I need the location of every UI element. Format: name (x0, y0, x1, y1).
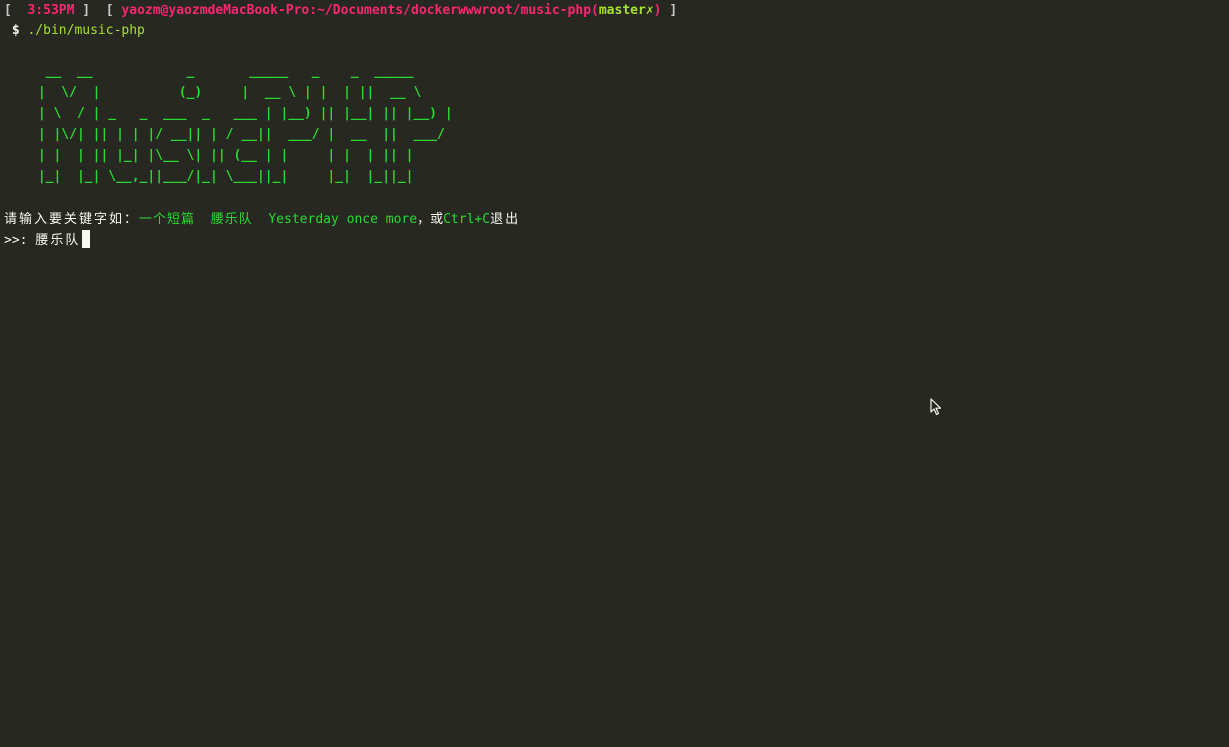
status-open-bracket: [ (4, 3, 12, 18)
input-value[interactable]: 腰乐队 (35, 233, 80, 248)
input-prefix: >>: (4, 233, 28, 248)
prompt-exit: 退出 (490, 212, 521, 227)
banner-line: | | | || |_| |\__ \| || (__ | | | | | ||… (30, 148, 414, 163)
status-line: [ 3:53PM ] [ yaozm@yaozmdeMacBook-Pro:~/… (4, 0, 677, 21)
prompt-example-3: Yesterday once more (268, 212, 418, 227)
status-open-bracket-2: [ (105, 3, 114, 18)
prompt-ctrl-key: Ctrl+C (443, 212, 491, 227)
shell-prompt-symbol: $ (11, 23, 20, 38)
branch-open-paren: ( (591, 3, 599, 18)
status-user-path: yaozm@yaozmdeMacBook-Pro:~/Documents/doc… (121, 3, 592, 18)
banner-line: __ __ _ _____ _ _ _____ (30, 64, 422, 79)
command-line: $ ./bin/music-php (4, 20, 145, 41)
ascii-banner: __ __ _ _____ _ _ _____ | \/ | (_) | __ … (30, 61, 453, 187)
git-branch: master✗ (598, 3, 654, 18)
prompt-separator: ，或 (417, 212, 444, 227)
branch-close-paren: ) (653, 3, 662, 18)
banner-line: |_| |_| \__,_||___/|_| \___||_| |_| |_||… (30, 169, 414, 184)
mouse-pointer-icon (930, 398, 942, 416)
prompt-line: 请输入要关键字如：一个短篇 腰乐队 Yesterday once more，或C… (4, 209, 520, 230)
input-line[interactable]: >>: 腰乐队 (4, 230, 91, 251)
status-close-bracket: ] (82, 3, 91, 18)
banner-line: | \ / | _ _ ___ _ ___ | |__) || |__| || … (30, 106, 453, 121)
status-close-bracket-2: ] (669, 3, 678, 18)
banner-line: | \/ | (_) | __ \ | | | || __ \ (30, 85, 422, 100)
banner-line: | |\/| || | | |/ __|| | / __|| ___/ | __… (30, 127, 445, 142)
prompt-label: 请输入要关键字如： (4, 212, 140, 227)
text-cursor (82, 230, 91, 248)
prompt-example-1: 一个短篇 (139, 212, 196, 227)
status-time: 3:53PM (27, 3, 75, 18)
terminal-window[interactable]: [ 3:53PM ] [ yaozm@yaozmdeMacBook-Pro:~/… (0, 0, 1229, 747)
command-text: ./bin/music-php (27, 23, 145, 38)
prompt-example-2: 腰乐队 (210, 212, 253, 227)
